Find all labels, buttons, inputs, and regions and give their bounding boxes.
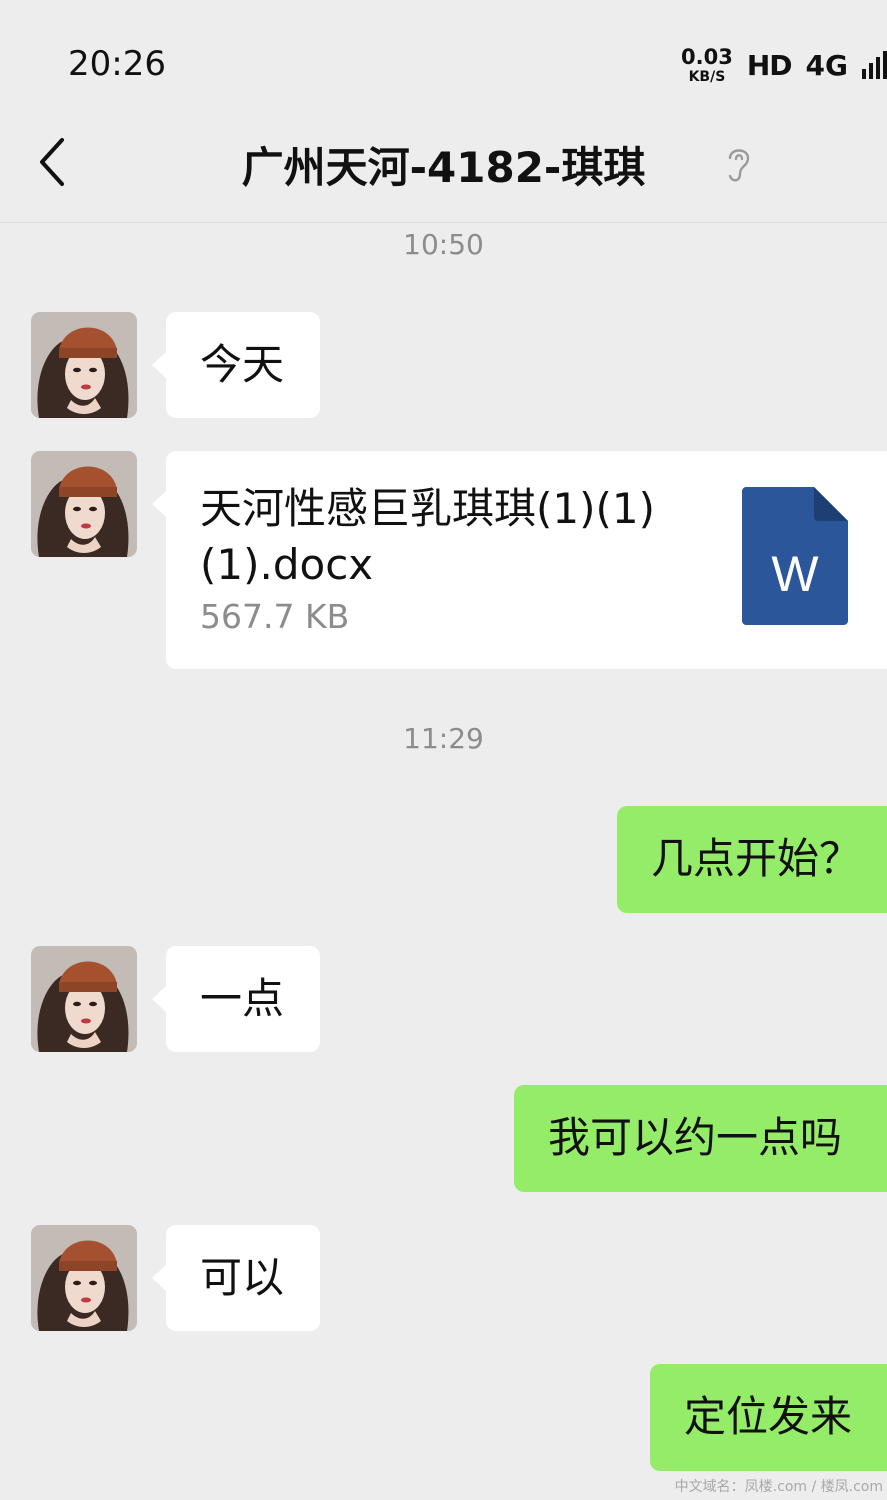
word-icon-letter: W — [771, 546, 819, 602]
file-message-card[interactable]: 天河性感巨乳琪琪(1)(1)(1).docx 567.7 KB W — [152, 451, 887, 669]
message-text: 一点 — [200, 974, 285, 1023]
message-bubble-outgoing[interactable]: 定位发来 — [650, 1364, 887, 1471]
message-text: 定位发来 — [684, 1392, 853, 1441]
message-bubble-outgoing[interactable]: 我可以约一点吗 — [514, 1085, 887, 1192]
message-text: 今天 — [200, 340, 285, 389]
message-text: 可以 — [200, 1253, 285, 1302]
network-speed-value: 0.03 — [681, 44, 733, 69]
network-type-label: 4G — [805, 48, 848, 82]
message-bubble-incoming[interactable]: 今天 — [152, 312, 320, 418]
message-bubble-incoming[interactable]: 一点 — [152, 946, 320, 1052]
watermark: 中文域名：凤楼.com / 楼凤.com — [674, 1479, 883, 1495]
network-speed-unit: KB/S — [688, 68, 726, 85]
message-text: 几点开始？ — [651, 834, 862, 883]
hd-voice-icon: HD — [746, 48, 793, 82]
signal-strength-icon — [862, 51, 887, 79]
file-size: 567.7 KB — [200, 597, 350, 636]
message-bubble-outgoing[interactable]: 几点开始？ — [617, 806, 887, 913]
avatar[interactable] — [31, 312, 137, 418]
earpiece-mode-icon[interactable] — [722, 142, 754, 186]
status-bar: 20:26 0.03 KB/S HD 4G — [0, 0, 887, 110]
message-bubble-incoming[interactable]: 可以 — [152, 1225, 320, 1331]
status-time: 20:26 — [68, 44, 166, 84]
message-text: 我可以约一点吗 — [548, 1113, 843, 1162]
avatar[interactable] — [31, 946, 137, 1052]
avatar[interactable] — [31, 1225, 137, 1331]
timestamp: 10:50 — [403, 228, 484, 261]
file-name: 天河性感巨乳琪琪(1)(1)(1).docx — [200, 484, 655, 589]
status-icons: 0.03 KB/S HD 4G — [681, 44, 887, 86]
chat-header: 广州天河-4182-琪琪 — [0, 110, 887, 223]
word-document-icon: W — [742, 487, 848, 625]
avatar[interactable] — [31, 451, 137, 557]
network-speed: 0.03 KB/S — [681, 44, 733, 85]
timestamp: 11:29 — [403, 722, 484, 755]
